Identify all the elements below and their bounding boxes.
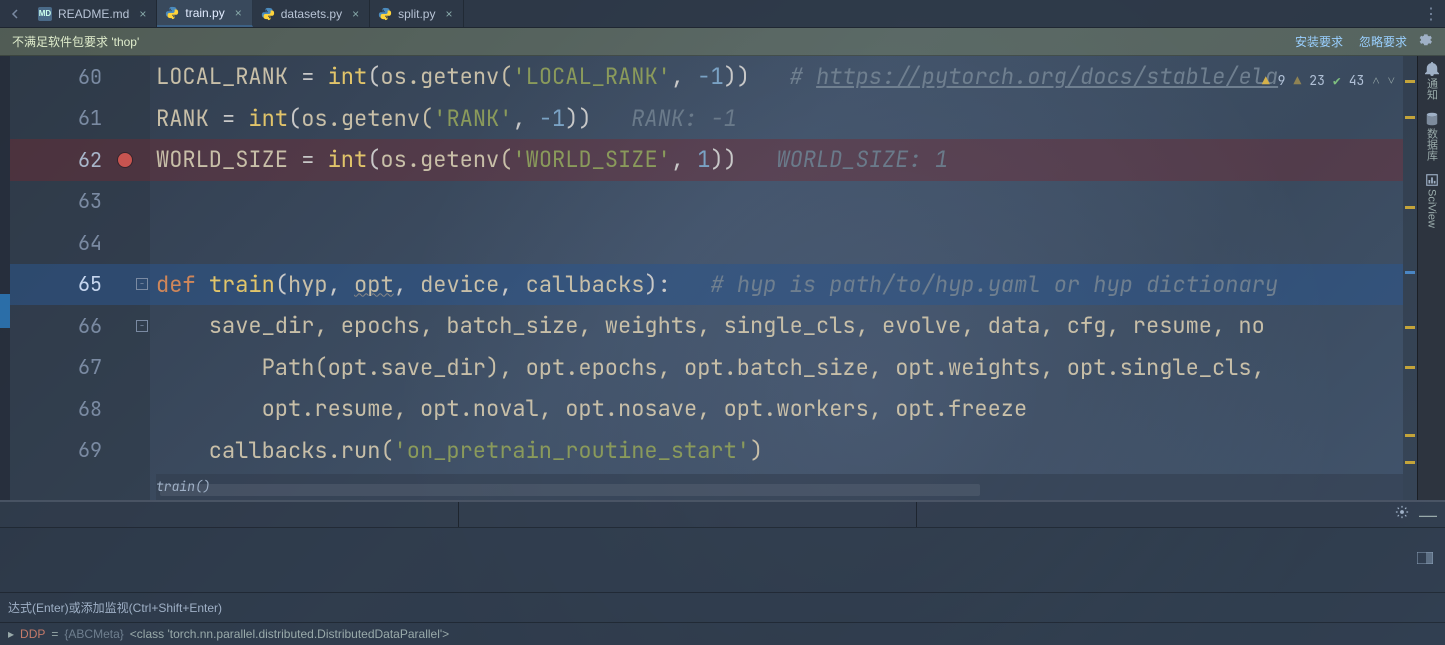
notifications-tool-button[interactable]: 通知: [1424, 62, 1440, 100]
sciview-tool-button[interactable]: SciView: [1425, 173, 1439, 228]
tab-split[interactable]: split.py ×: [370, 0, 463, 27]
weak-warning-count: 23: [1309, 60, 1325, 102]
editor-area: 60 61 62 63 64 65 − 66− 67 68 69 ▲9 ▲23 …: [0, 56, 1445, 500]
tab-label: train.py: [185, 6, 224, 20]
weak-warning-icon: ▲: [1293, 60, 1301, 102]
error-stripe[interactable]: [1403, 56, 1417, 500]
gutter-line: 68: [10, 388, 150, 430]
editor-tabbar: MD README.md × train.py × datasets.py × …: [0, 0, 1445, 28]
tab-close-button[interactable]: ×: [135, 7, 146, 21]
bell-icon: [1425, 62, 1439, 76]
debugger-panel: 达式(Enter)或添加监视(Ctrl+Shift+Enter) ▸ DDP =…: [0, 528, 1445, 645]
tab-label: README.md: [58, 7, 129, 21]
code-line: RANK = int(os.getenv('RANK', -1)) RANK: …: [150, 98, 1403, 140]
warning-icon: ▲: [1262, 60, 1270, 102]
tab-label: datasets.py: [281, 7, 342, 21]
tab-scroll-left[interactable]: [0, 0, 30, 27]
stripe-mark[interactable]: [1405, 116, 1415, 119]
code-line: LOCAL_RANK = int(os.getenv('LOCAL_RANK',…: [150, 56, 1403, 98]
tab-train[interactable]: train.py ×: [157, 0, 252, 27]
database-icon: [1425, 112, 1439, 126]
gutter-line: 65 −: [10, 264, 150, 306]
gutter-line: 63: [10, 181, 150, 223]
tab-close-button[interactable]: ×: [231, 6, 242, 20]
requirement-message: 不满足软件包要求 'thop': [12, 33, 139, 50]
code-line: WORLD_SIZE = int(os.getenv('WORLD_SIZE',…: [150, 139, 1403, 181]
watches-input[interactable]: 达式(Enter)或添加监视(Ctrl+Shift+Enter): [0, 593, 1445, 623]
code-line: def train(hyp, opt, device, callbacks): …: [150, 264, 1403, 306]
sciview-icon: [1425, 173, 1439, 187]
fold-toggle-icon[interactable]: −: [136, 278, 148, 290]
tab-close-button[interactable]: ×: [441, 7, 452, 21]
left-tool-strip: [0, 56, 10, 500]
variable-name: DDP: [20, 627, 45, 641]
warning-count: 9: [1278, 60, 1286, 102]
variable-row[interactable]: ▸ DDP = {ABCMeta} <class 'torch.nn.paral…: [0, 623, 1445, 645]
tab-close-button[interactable]: ×: [348, 7, 359, 21]
stripe-mark[interactable]: [1405, 366, 1415, 369]
python-file-icon: [261, 7, 275, 21]
gutter-line: 67: [10, 347, 150, 389]
gutter-line: 61: [10, 98, 150, 140]
requirement-settings-button[interactable]: [1415, 33, 1437, 50]
requirements-banner: 不满足软件包要求 'thop' 安装要求 忽略要求: [0, 28, 1445, 56]
chevron-left-icon: [10, 9, 20, 19]
tab-datasets[interactable]: datasets.py ×: [253, 0, 370, 27]
stripe-mark[interactable]: [1405, 271, 1415, 274]
inspection-widget[interactable]: ▲9 ▲23 ✔43 ˄ ˅: [1262, 60, 1395, 102]
code-line: save_dir, epochs, batch_size, weights, s…: [150, 305, 1403, 347]
gear-icon: [1395, 505, 1409, 519]
code-editor[interactable]: ▲9 ▲23 ✔43 ˄ ˅ LOCAL_RANK = int(os.geten…: [150, 56, 1403, 500]
database-tool-button[interactable]: 数据库: [1424, 112, 1440, 161]
variable-type: {ABCMeta}: [64, 627, 123, 641]
ignore-requirement-link[interactable]: 忽略要求: [1359, 33, 1407, 50]
python-file-icon: [165, 6, 179, 20]
tab-label: split.py: [398, 7, 435, 21]
stripe-mark[interactable]: [1405, 461, 1415, 464]
variable-value: <class 'torch.nn.parallel.distributed.Di…: [130, 627, 449, 641]
inspection-up-icon[interactable]: ˄: [1372, 60, 1379, 102]
gutter-line: 64: [10, 222, 150, 264]
check-icon: ✔: [1333, 60, 1341, 102]
layout-icon: [1417, 552, 1433, 564]
inspection-down-icon[interactable]: ˅: [1388, 60, 1395, 102]
tool-window-settings-button[interactable]: [1395, 505, 1409, 524]
stripe-mark[interactable]: [1405, 326, 1415, 329]
fold-toggle-icon[interactable]: −: [136, 320, 148, 332]
tool-window-header: —: [0, 500, 1445, 528]
stripe-mark[interactable]: [1405, 80, 1415, 83]
install-requirement-link[interactable]: 安装要求: [1295, 33, 1343, 50]
gear-icon: [1419, 33, 1433, 47]
gutter-line: 66−: [10, 305, 150, 347]
code-line: [150, 181, 1403, 223]
editor-gutter[interactable]: 60 61 62 63 64 65 − 66− 67 68 69: [10, 56, 150, 500]
code-line: Path(opt.save_dir), opt.epochs, opt.batc…: [150, 347, 1403, 389]
chevron-right-icon: ▸: [8, 627, 14, 641]
tab-readme[interactable]: MD README.md ×: [30, 0, 157, 27]
nav-marker: [0, 294, 10, 328]
check-count: 43: [1349, 60, 1365, 102]
tab-overflow-button[interactable]: ⋮: [1423, 4, 1439, 24]
code-line: callbacks.run('on_pretrain_routine_start…: [150, 430, 1403, 472]
gutter-line: 62: [10, 139, 150, 181]
markdown-file-icon: MD: [38, 7, 52, 21]
breakpoint-icon[interactable]: [118, 153, 132, 167]
code-line: opt.resume, opt.noval, opt.nosave, opt.w…: [150, 388, 1403, 430]
right-tool-sidebar: 通知 数据库 SciView: [1417, 56, 1445, 500]
stripe-mark[interactable]: [1405, 434, 1415, 437]
code-line: [150, 222, 1403, 264]
python-file-icon: [378, 7, 392, 21]
stripe-mark[interactable]: [1405, 206, 1415, 209]
gutter-line: 60: [10, 56, 150, 98]
breadcrumb[interactable]: train(): [156, 474, 1403, 500]
layout-button[interactable]: [1417, 551, 1433, 569]
gutter-line: 69: [10, 430, 150, 472]
